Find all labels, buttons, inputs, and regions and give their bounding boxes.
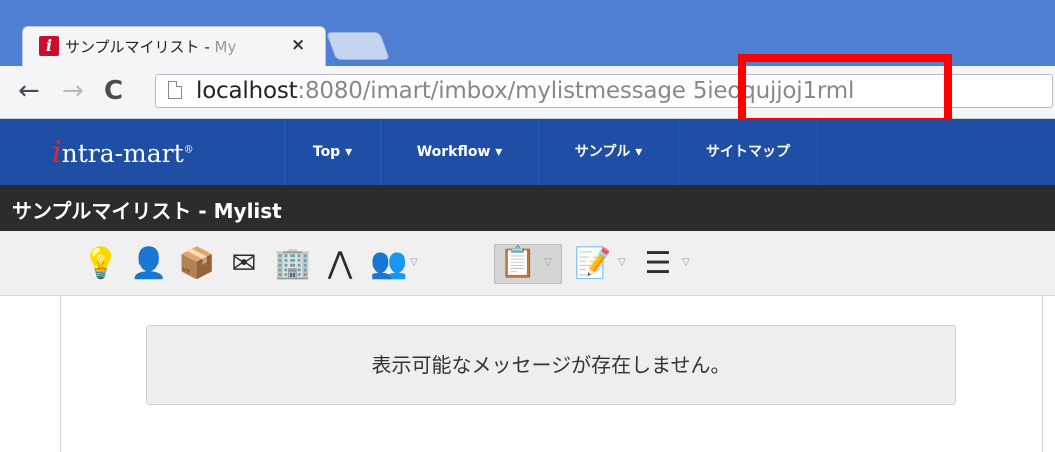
document-dropdown-chevron-icon[interactable]: ▽ <box>618 257 626 268</box>
annotation-highlight-box <box>738 54 952 126</box>
forward-arrow-icon[interactable]: → <box>62 76 84 106</box>
intra-mart-logo[interactable]: intra-mart® <box>52 135 194 170</box>
tab-title: サンプルマイリスト - My <box>65 36 236 57</box>
tab-title-faded: My <box>214 38 237 56</box>
nav-sample[interactable]: サンプル ▾ <box>538 119 678 185</box>
content-right-border <box>1042 296 1043 452</box>
logo-initial: i <box>52 135 62 170</box>
page-title-bar: サンプルマイリスト - Mylist <box>0 185 1055 231</box>
building-icon[interactable]: 🏢 <box>274 246 311 282</box>
page-icon <box>168 81 182 99</box>
page-title: サンプルマイリスト - Mylist <box>12 199 282 223</box>
box-icon[interactable]: 📦 <box>178 246 215 282</box>
person-icon[interactable]: 👤 <box>130 246 167 282</box>
document-arrow-icon[interactable]: 📝 <box>574 246 611 282</box>
new-tab-button[interactable] <box>325 32 391 60</box>
list-dropdown-chevron-icon[interactable]: ▽ <box>682 257 690 268</box>
logo-mark: ® <box>183 144 194 156</box>
app-header: intra-mart® Top ▾ Workflow ▾ サンプル ▾ サイトマ… <box>0 119 1055 185</box>
list-icon[interactable]: ☰ <box>640 246 676 282</box>
nav-top[interactable]: Top ▾ <box>284 119 380 185</box>
lightbulb-icon[interactable]: 💡 <box>82 246 119 282</box>
group-dropdown-chevron-icon[interactable]: ▽ <box>410 257 418 268</box>
url-path: :8080/imart/imbox/mylistmessage <box>297 78 686 104</box>
intra-mart-favicon-icon: i <box>39 36 59 56</box>
reload-icon[interactable]: C <box>104 76 123 106</box>
url-host: localhost <box>196 78 298 104</box>
tab-title-text: サンプルマイリスト - <box>65 38 215 56</box>
compass-icon[interactable]: ⋀ <box>322 246 358 282</box>
empty-message-box: 表示可能なメッセージが存在しません。 <box>146 325 956 405</box>
group-icon[interactable]: 👥 <box>370 246 407 282</box>
mylist-toolbar: 💡 👤 📦 ✉ 🏢 ⋀ 👥 ▽ 📋 ▽ 📝 ▽ ☰ ▽ <box>0 231 1055 296</box>
nav-sitemap[interactable]: サイトマップ <box>678 119 818 185</box>
checklist-dropdown-chevron-icon[interactable]: ▽ <box>544 257 552 268</box>
browser-tab[interactable]: i サンプルマイリスト - My × <box>22 26 326 66</box>
mail-icon[interactable]: ✉ <box>226 246 262 282</box>
back-arrow-icon[interactable]: ← <box>18 76 40 106</box>
nav-workflow[interactable]: Workflow ▾ <box>380 119 538 185</box>
tab-close-icon[interactable]: × <box>291 35 305 55</box>
content-left-border <box>60 296 61 452</box>
url-separator <box>686 78 693 104</box>
logo-text: ntra-mart <box>61 139 184 168</box>
